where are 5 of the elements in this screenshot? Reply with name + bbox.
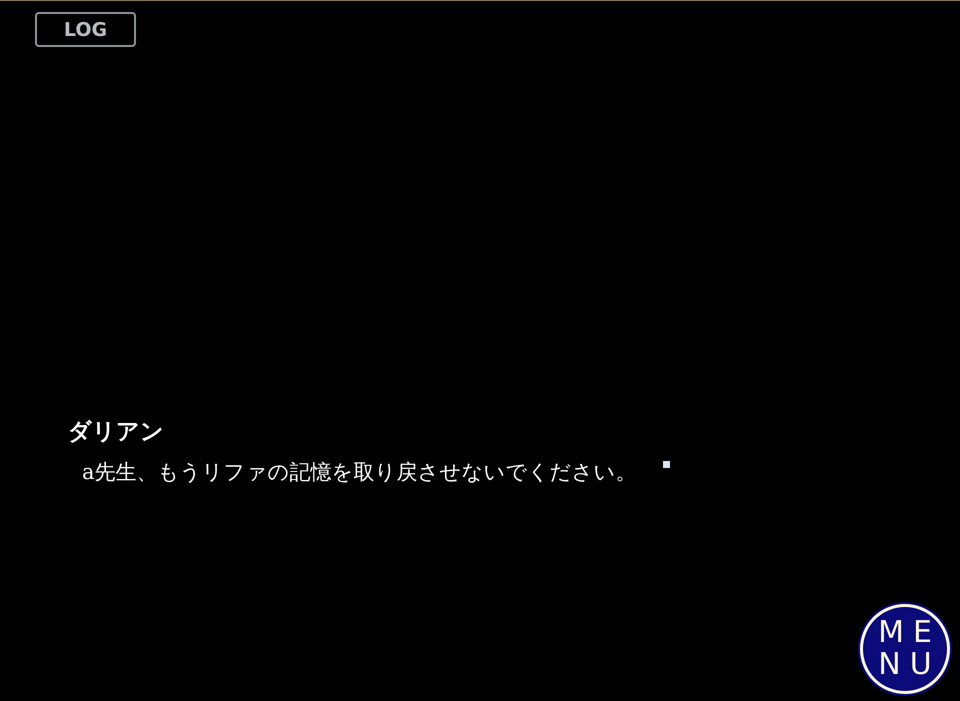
text-cursor-icon (662, 461, 670, 468)
log-button[interactable]: LOG (35, 12, 136, 47)
menu-button[interactable]: MENU (860, 604, 950, 694)
speaker-name: ダリアン (68, 417, 165, 447)
dialogue-text: a先生、もうリファの記憶を取り戻させないでください。 (82, 459, 637, 486)
